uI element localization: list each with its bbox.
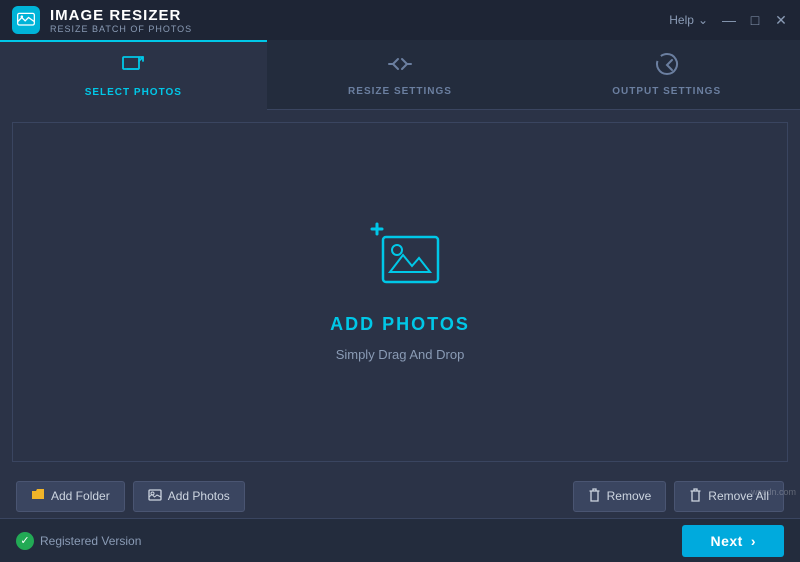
tab-resize-settings[interactable]: RESIZE SETTINGS [267,40,534,109]
resize-settings-icon [388,52,412,82]
drop-area: ADD PHOTOS Simply Drag And Drop [330,222,470,362]
left-action-buttons: Add Folder Add Photos [16,481,245,512]
minimize-button[interactable]: — [722,13,736,27]
registration-status: ✓ Registered Version [16,532,141,550]
window-controls: — □ ✕ [722,13,788,27]
resize-settings-label: RESIZE SETTINGS [348,86,452,97]
title-bar-left: IMAGE RESIZER RESIZE BATCH OF PHOTOS [12,6,192,34]
next-button[interactable]: Next › [682,525,784,557]
select-photos-icon [121,53,145,83]
title-text: IMAGE RESIZER RESIZE BATCH OF PHOTOS [50,7,192,34]
tab-output-settings[interactable]: OUTPUT SETTINGS [533,40,800,109]
app-subtitle: RESIZE BATCH OF PHOTOS [50,24,192,34]
registered-label: Registered Version [40,534,141,548]
photo-icon [148,488,162,505]
title-bar-right: Help ⌄ — □ ✕ [669,13,788,27]
step-tabs: SELECT PHOTOS RESIZE SETTINGS OUTPUT SET… [0,40,800,110]
folder-icon [31,488,45,505]
add-photos-label: ADD PHOTOS [330,314,470,335]
remove-button[interactable]: Remove [573,481,667,512]
trash-icon [588,488,601,505]
check-icon: ✓ [16,532,34,550]
app-icon [12,6,40,34]
watermark: wscdn.com [751,487,796,497]
app-title: IMAGE RESIZER [50,7,192,24]
action-bar: Add Folder Add Photos Remove [0,474,800,518]
add-photos-icon [355,222,445,302]
next-arrow-icon: › [751,533,756,549]
output-settings-icon [655,52,679,82]
drag-hint: Simply Drag And Drop [336,347,465,362]
help-button[interactable]: Help ⌄ [669,13,708,27]
main-content-area[interactable]: ADD PHOTOS Simply Drag And Drop [12,122,788,462]
trash-all-icon [689,488,702,505]
select-photos-label: SELECT PHOTOS [85,87,182,98]
add-photos-button[interactable]: Add Photos [133,481,245,512]
maximize-button[interactable]: □ [748,13,762,27]
status-bar: ✓ Registered Version Next › [0,518,800,562]
title-bar: IMAGE RESIZER RESIZE BATCH OF PHOTOS Hel… [0,0,800,40]
output-settings-label: OUTPUT SETTINGS [612,86,721,97]
add-folder-button[interactable]: Add Folder [16,481,125,512]
tab-select-photos[interactable]: SELECT PHOTOS [0,40,267,109]
close-button[interactable]: ✕ [774,13,788,27]
